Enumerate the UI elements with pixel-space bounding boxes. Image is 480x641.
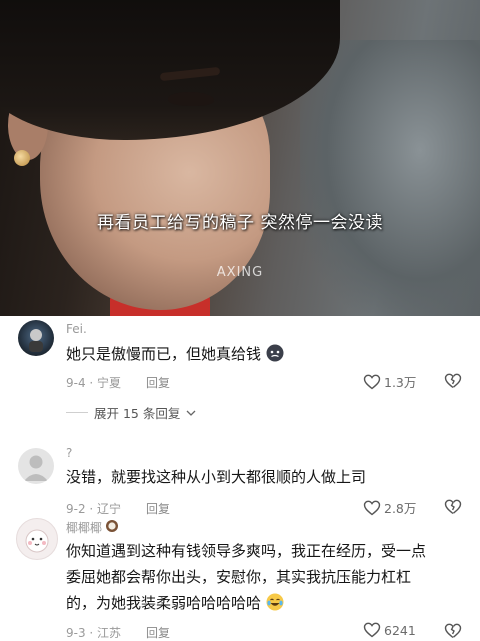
hair [0, 0, 340, 140]
video-watermark: AXING [216, 265, 264, 280]
earring [14, 150, 30, 166]
eye [168, 92, 214, 106]
reply-button[interactable]: 回复 [146, 624, 170, 641]
comment-text-content: 的，为她我装柔弱哈哈哈哈哈 [66, 594, 262, 612]
comment-text-line: 你知道遇到这种有钱领导多爽吗，我正在经历，受一点 [66, 542, 427, 560]
broken-heart-icon [444, 623, 462, 639]
heart-icon [363, 374, 381, 390]
comment-text: 你知道遇到这种有钱领导多爽吗，我正在经历，受一点 委屈她都会帮你出头，安慰你，其… [66, 538, 470, 619]
comment-text-line: 的，为她我装柔弱哈哈哈哈哈 [66, 590, 470, 619]
dislike-button[interactable] [444, 499, 462, 515]
like-count: 6241 [384, 622, 416, 638]
like-count: 1.3万 [384, 375, 417, 390]
coconut-icon [105, 519, 119, 536]
chevron-down-icon [186, 405, 196, 420]
comment-item: ? 没错，就要找这种从小到大都很顺的人做上司 9-2 · 辽宁 回复 2.8万 [0, 444, 480, 518]
laughing-tears-emoji [266, 593, 284, 619]
reply-button[interactable]: 回复 [146, 374, 170, 391]
expand-replies-label: 展开 15 条回复 [94, 406, 181, 421]
comment-username[interactable]: 椰椰椰 [66, 519, 119, 536]
comment-text-line: 委屈她都会帮你出头，安慰你，其实我抗压能力杠杠 [66, 568, 412, 586]
comment-date-location: 9-3 · 江苏 [66, 626, 122, 640]
comment-text: 她只是傲慢而已，但她真给钱 [66, 341, 284, 370]
heart-icon [363, 622, 381, 638]
comment-username[interactable]: ? [66, 446, 72, 460]
like-button[interactable]: 6241 [363, 622, 416, 638]
angry-face-emoji [266, 344, 284, 370]
comment-username-text: 椰椰椰 [66, 521, 103, 535]
like-button[interactable]: 1.3万 [363, 372, 416, 391]
comment-username[interactable]: Fei. [66, 322, 87, 336]
broken-heart-icon [444, 373, 462, 389]
dislike-button[interactable] [444, 373, 462, 389]
video-frame[interactable]: 再看员工给写的稿子 突然停一会没读 AXING [0, 0, 480, 316]
expand-replies-button[interactable]: 展开 15 条回复 [66, 403, 196, 422]
comment-date-location: 9-4 · 宁夏 [66, 376, 122, 390]
comment-text: 没错，就要找这种从小到大都很顺的人做上司 [66, 468, 367, 486]
comment-item: Fei. 她只是傲慢而已，但她真给钱 9-4 · 宁夏 回复 1.3万 展开 1… [0, 316, 480, 440]
avatar[interactable] [18, 448, 54, 484]
comment-item: 椰椰椰 你知道遇到这种有钱领导多爽吗，我正在经历，受一点 委屈她都会帮你出头，安… [0, 514, 480, 640]
avatar[interactable] [16, 518, 58, 560]
dislike-button[interactable] [444, 623, 462, 639]
broken-heart-icon [444, 499, 462, 515]
divider-line [66, 412, 88, 413]
comment-text-content: 她只是傲慢而已，但她真给钱 [66, 345, 262, 363]
avatar[interactable] [18, 320, 54, 356]
video-subtitle: 再看员工给写的稿子 突然停一会没读 [97, 213, 383, 233]
